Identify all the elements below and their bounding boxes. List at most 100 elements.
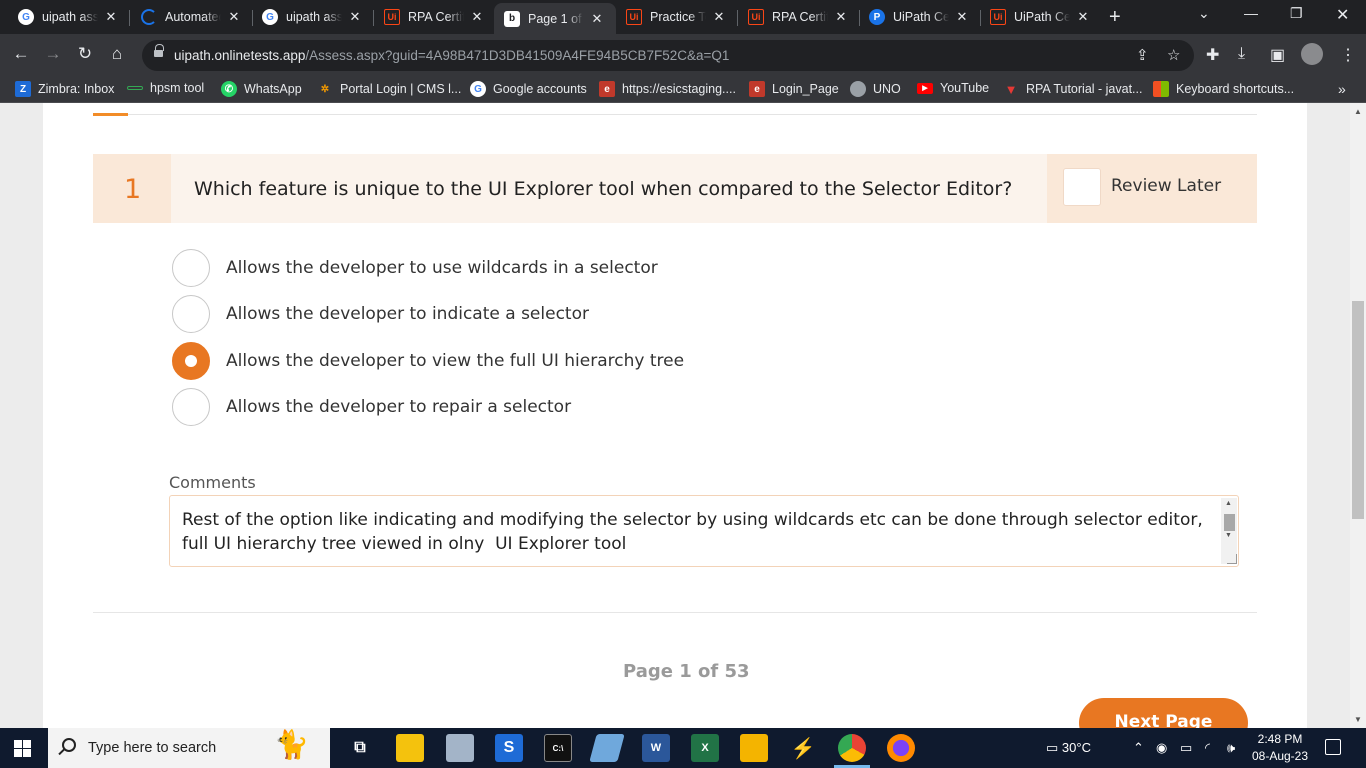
tab-title: Automated	[165, 10, 221, 24]
bookmark-whatsapp[interactable]: ✆ WhatsApp	[221, 81, 302, 97]
scroll-down-icon[interactable]: ▼	[1225, 532, 1232, 539]
new-tab-icon[interactable]: +	[1109, 6, 1121, 29]
tab-7[interactable]: Ui RPA Certific ✕	[738, 3, 860, 31]
extensions-icon[interactable]: ✚	[1206, 45, 1219, 65]
tab-1[interactable]: G uipath asso ✕	[8, 3, 130, 31]
link-icon	[127, 86, 143, 90]
record-icon[interactable]: ◉	[1156, 740, 1167, 756]
wifi-icon[interactable]: ◜	[1205, 740, 1210, 756]
radio-button[interactable]	[172, 249, 210, 287]
tab-4[interactable]: Ui RPA Certific ✕	[374, 3, 496, 31]
taskbar-search[interactable]: Type here to search 🐈	[48, 728, 330, 768]
comments-text[interactable]: Rest of the option like indicating and m…	[182, 508, 1212, 556]
close-icon[interactable]: ✕	[1076, 9, 1090, 25]
tab-5-active[interactable]: b Page 1 of 5 ✕	[494, 3, 616, 34]
firefox-icon[interactable]	[887, 734, 915, 762]
close-icon[interactable]: ✕	[955, 9, 969, 25]
battery-icon[interactable]: ▭	[1180, 740, 1192, 756]
tab-search-chevron-icon[interactable]: ⌄	[1198, 5, 1210, 22]
clock[interactable]: 2:48 PM 08-Aug-23	[1248, 731, 1312, 765]
chrome-icon[interactable]	[838, 734, 866, 762]
notepad-icon[interactable]	[589, 734, 625, 762]
close-icon[interactable]: ✕	[104, 9, 118, 25]
answer-option-2[interactable]: Allows the developer to indicate a selec…	[172, 295, 1072, 335]
file-explorer-icon[interactable]	[396, 734, 424, 762]
globe-icon	[850, 81, 866, 97]
page-scrollbar[interactable]: ▲ ▼	[1350, 103, 1366, 728]
bookmark-hpsm[interactable]: hpsm tool	[127, 81, 204, 95]
scroll-up-icon[interactable]: ▲	[1354, 107, 1362, 116]
next-page-button[interactable]: Next Page	[1079, 698, 1248, 728]
weather-widget[interactable]: ▭ 30°C	[1046, 740, 1091, 756]
bookmark-youtube[interactable]: ▶ YouTube	[917, 81, 989, 95]
outlook-folder-icon[interactable]	[740, 734, 768, 762]
close-icon[interactable]: ✕	[227, 9, 241, 25]
excel-icon[interactable]: X	[691, 734, 719, 762]
tray-chevron-icon[interactable]: ⌃	[1133, 740, 1144, 756]
browser-toolbar: ← → ↻ ⌂ uipath.onlinetests.app/Assess.as…	[0, 34, 1366, 77]
radio-button-selected[interactable]	[172, 342, 210, 380]
radio-button[interactable]	[172, 388, 210, 426]
scroll-up-icon[interactable]: ▲	[1225, 500, 1232, 507]
bookmark-zimbra[interactable]: Z Zimbra: Inbox	[15, 81, 114, 97]
photos-app-icon[interactable]	[446, 734, 474, 762]
task-view-icon[interactable]: ⧉	[346, 734, 374, 762]
word-icon[interactable]: W	[642, 734, 670, 762]
address-bar[interactable]: uipath.onlinetests.app/Assess.aspx?guid=…	[142, 40, 1194, 71]
close-icon[interactable]: ✕	[712, 9, 726, 25]
resize-grip-icon[interactable]	[1227, 554, 1237, 564]
tab-title: Practice Te	[650, 10, 706, 24]
share-icon[interactable]: ⇪	[1136, 46, 1149, 64]
comments-textarea[interactable]: Rest of the option like indicating and m…	[169, 495, 1239, 567]
windows-start-icon[interactable]	[14, 740, 32, 757]
bookmarks-overflow-icon[interactable]: »	[1338, 81, 1346, 97]
review-later-checkbox[interactable]	[1063, 168, 1101, 206]
answer-option-1[interactable]: Allows the developer to use wildcards in…	[172, 249, 1072, 289]
tab-8[interactable]: P UiPath Cer ✕	[859, 3, 981, 31]
clock-date: 08-Aug-23	[1251, 749, 1309, 763]
tab-2[interactable]: Automated ✕	[131, 3, 253, 31]
home-icon[interactable]: ⌂	[106, 44, 128, 64]
bookmark-keyboard-shortcuts[interactable]: Keyboard shortcuts...	[1153, 81, 1294, 97]
bookmark-google-accounts[interactable]: G Google accounts	[470, 81, 587, 97]
bookmark-login-page[interactable]: e Login_Page	[749, 81, 839, 97]
bookmark-rpa-tutorial[interactable]: ▼ RPA Tutorial - javat...	[1003, 81, 1143, 97]
radio-button[interactable]	[172, 295, 210, 333]
browser-tab-strip: G uipath asso ✕ Automated ✕ G uipath ass…	[0, 0, 1366, 34]
tab-3[interactable]: G uipath asso ✕	[252, 3, 374, 31]
forward-icon[interactable]: →	[42, 44, 64, 64]
volume-icon[interactable]: 🕪	[1227, 740, 1235, 756]
notification-icon[interactable]	[1325, 739, 1341, 755]
reload-icon[interactable]: ↻	[74, 44, 96, 64]
tab-9[interactable]: Ui UiPath Cer ✕	[980, 3, 1102, 31]
answer-option-4[interactable]: Allows the developer to repair a selecto…	[172, 388, 1072, 428]
window-close-icon[interactable]: ✕	[1336, 5, 1349, 25]
terminal-icon[interactable]: C:\	[544, 734, 572, 762]
sql-app-icon[interactable]: S	[495, 734, 523, 762]
textarea-scrollbar[interactable]: ▲ ▼	[1221, 498, 1237, 564]
avatar[interactable]	[1301, 43, 1323, 65]
power-automate-icon[interactable]: ⚡	[789, 734, 817, 762]
tab-6[interactable]: Ui Practice Te ✕	[616, 3, 738, 31]
download-icon[interactable]: ⤓	[1238, 45, 1245, 63]
close-icon[interactable]: ✕	[348, 9, 362, 25]
lock-icon[interactable]	[154, 44, 164, 59]
bookmark-esic-staging[interactable]: e https://esicstaging....	[599, 81, 736, 97]
bookmark-star-icon[interactable]: ☆	[1167, 46, 1180, 64]
scroll-thumb[interactable]	[1224, 514, 1235, 531]
side-panel-icon[interactable]: ▣	[1270, 45, 1285, 65]
bookmark-uno[interactable]: UNO	[850, 81, 901, 97]
back-icon[interactable]: ←	[10, 44, 32, 64]
scroll-down-icon[interactable]: ▼	[1354, 715, 1362, 724]
close-icon[interactable]: ✕	[590, 11, 604, 27]
menu-kebab-icon[interactable]: ⋮	[1340, 45, 1356, 65]
bookmark-portal[interactable]: ✲ Portal Login | CMS l...	[317, 81, 462, 97]
answer-option-3[interactable]: Allows the developer to view the full UI…	[172, 342, 1072, 382]
bookmark-label: YouTube	[940, 81, 990, 95]
close-icon[interactable]: ✕	[470, 9, 484, 25]
review-later[interactable]: Review Later	[1047, 154, 1257, 223]
minimize-icon[interactable]: —	[1244, 5, 1258, 21]
scroll-thumb[interactable]	[1352, 301, 1364, 519]
close-icon[interactable]: ✕	[834, 9, 848, 25]
restore-icon[interactable]: ❐	[1290, 5, 1303, 22]
